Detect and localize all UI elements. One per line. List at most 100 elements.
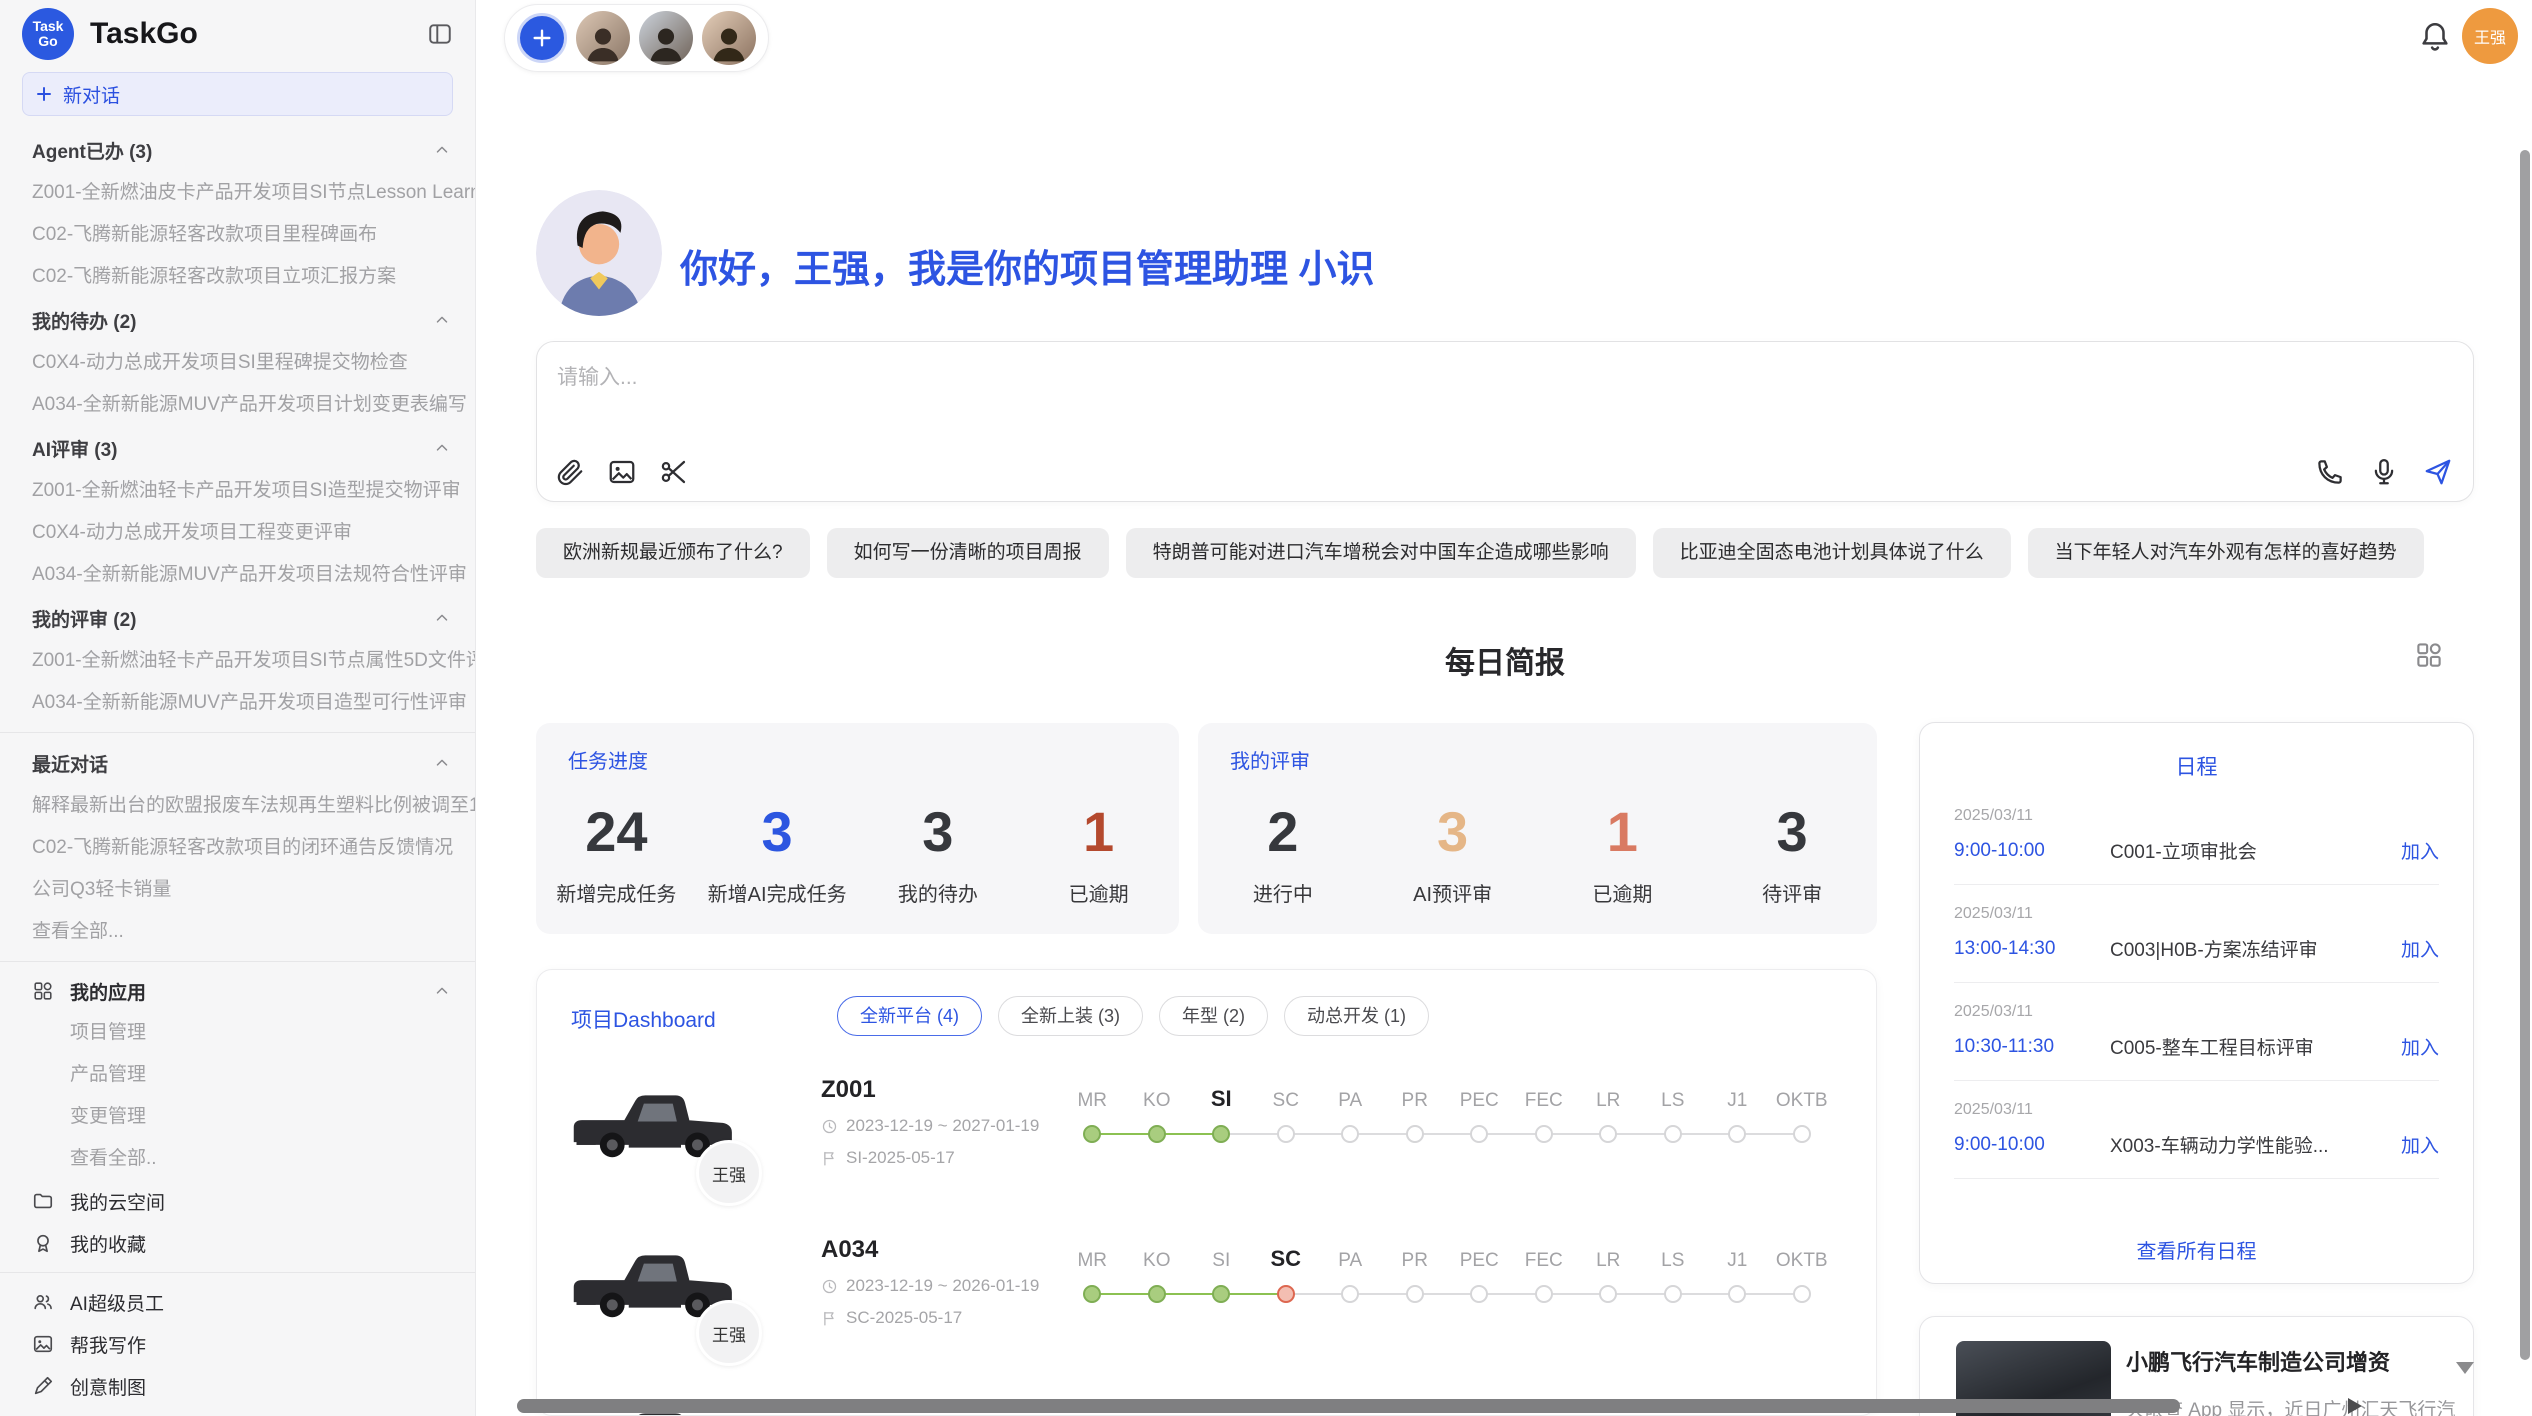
notification-bell-icon[interactable] <box>2418 20 2452 54</box>
sidebar-item[interactable]: C02-飞腾新能源轻客改款项目的闭环通告反馈情况 <box>0 827 475 869</box>
img-icon <box>32 1333 54 1355</box>
plus-icon <box>35 85 53 103</box>
stat-item: 3AI预评审 <box>1368 775 1538 934</box>
sidebar-item-medal[interactable]: 我的收藏 <box>0 1222 475 1264</box>
stat-label: 进行中 <box>1253 878 1313 907</box>
milestone-dot-oktb <box>1793 1125 1811 1143</box>
sidebar-item[interactable]: 查看全部.. <box>0 1138 475 1180</box>
join-link[interactable]: 加入 <box>2401 1033 2439 1060</box>
logo-line2: Go <box>38 34 57 49</box>
join-link[interactable]: 加入 <box>2401 935 2439 962</box>
sidebar-item[interactable]: 公司Q3轻卡销量 <box>0 869 475 911</box>
sidebar-item[interactable]: C02-飞腾新能源轻客改款项目立项汇报方案 <box>0 256 475 298</box>
view-all-schedule-link[interactable]: 查看所有日程 <box>1920 1235 2473 1264</box>
horizontal-scrollbar[interactable] <box>517 1399 2180 1413</box>
people-icon <box>32 1291 54 1313</box>
member-avatar-2[interactable] <box>639 11 693 65</box>
scroll-right-arrow-icon[interactable] <box>2348 1398 2362 1414</box>
sidebar-item[interactable]: C0X4-动力总成开发项目SI里程碑提交物检查 <box>0 342 475 384</box>
join-link[interactable]: 加入 <box>2401 837 2439 864</box>
stats-row: 2进行中3AI预评审1已逾期3待评审 <box>1198 775 1877 934</box>
stat-item: 24新增完成任务 <box>536 775 697 934</box>
suggestion-chip[interactable]: 欧洲新规最近颁布了什么? <box>536 528 810 578</box>
milestone-line-done <box>1092 1293 1286 1295</box>
screenshot-scissors-icon[interactable] <box>659 457 689 487</box>
sidebar-section-header[interactable]: 我的待办 (2) <box>0 298 475 342</box>
member-avatar-1[interactable] <box>576 11 630 65</box>
project-dates-text: 2023-12-19 ~ 2026-01-19 <box>846 1276 1039 1296</box>
sidebar-section-title: 我的待办 (2) <box>32 307 433 334</box>
sidebar-item[interactable]: 解释最新出台的欧盟报废车法规再生塑料比例被调至15%... <box>0 785 475 827</box>
phone-call-icon[interactable] <box>2315 457 2345 487</box>
sidebar-tool-pen[interactable]: 创意制图 <box>0 1365 475 1407</box>
sidebar-item-my-apps[interactable]: 我的应用 <box>0 970 475 1012</box>
sidebar-item[interactable]: C0X4-动力总成开发项目工程变更评审 <box>0 512 475 554</box>
add-member-button[interactable] <box>517 13 567 63</box>
stat-item: 3待评审 <box>1707 775 1877 934</box>
sidebar-item-folder[interactable]: 我的云空间 <box>0 1180 475 1222</box>
schedule-entries: 2025/03/119:00-10:00C001-立项审批会加入2025/03/… <box>1920 787 2473 1179</box>
sidebar-item[interactable]: 产品管理 <box>0 1054 475 1096</box>
flag-icon <box>821 1310 838 1327</box>
milestone-dot-lr <box>1599 1125 1617 1143</box>
dashboard-filter-chip[interactable]: 年型 (2) <box>1159 996 1268 1036</box>
sidebar-item[interactable]: Z001-全新燃油轻卡产品开发项目SI造型提交物评审 <box>0 470 475 512</box>
sidebar-item[interactable]: Z001-全新燃油轻卡产品开发项目SI节点属性5D文件评审 <box>0 640 475 682</box>
image-upload-icon[interactable] <box>607 457 637 487</box>
user-avatar[interactable]: 王强 <box>2462 8 2518 64</box>
sidebar-header: Task Go TaskGo <box>0 0 475 68</box>
new-chat-button[interactable]: 新对话 <box>22 72 453 116</box>
milestone-label: PR <box>1383 1090 1448 1112</box>
sidebar-divider <box>0 1272 475 1273</box>
project-dashboard-card: 项目Dashboard 全新平台 (4)全新上装 (3)年型 (2)动总开发 (… <box>536 969 1877 1416</box>
stat-label: AI预评审 <box>1413 878 1492 907</box>
stat-item: 3新增AI完成任务 <box>697 775 858 934</box>
join-link[interactable]: 加入 <box>2401 1131 2439 1158</box>
dashboard-filter-chip[interactable]: 动总开发 (1) <box>1284 996 1429 1036</box>
milestone-label: FEC <box>1512 1250 1577 1272</box>
sidebar-item[interactable]: A034-全新新能源MUV产品开发项目计划变更表编写 <box>0 384 475 426</box>
suggestion-chip[interactable]: 特朗普可能对进口汽车增税会对中国车企造成哪些影响 <box>1126 528 1636 578</box>
sidebar-item[interactable]: Z001-全新燃油皮卡产品开发项目SI节点Lesson Learn报告 <box>0 172 475 214</box>
project-row[interactable]: 王强 Z001 2023-12-19 ~ 2027-01-19 SI-2025-… <box>537 1070 1876 1230</box>
layout-grid-icon[interactable] <box>2414 640 2444 670</box>
sidebar-recent-header[interactable]: 最近对话 <box>0 741 475 785</box>
suggestion-chip[interactable]: 当下年轻人对汽车外观有怎样的喜好趋势 <box>2028 528 2424 578</box>
send-icon[interactable] <box>2423 457 2453 487</box>
milestone-dot-fec <box>1535 1285 1553 1303</box>
project-row[interactable]: 王强 A034 2023-12-19 ~ 2026-01-19 SC-2025-… <box>537 1230 1876 1390</box>
sidebar-item[interactable]: C02-飞腾新能源轻客改款项目里程碑画布 <box>0 214 475 256</box>
milestone-label: KO <box>1125 1090 1190 1112</box>
sidebar-item[interactable]: A034-全新新能源MUV产品开发项目法规符合性评审 <box>0 554 475 596</box>
sidebar-item[interactable]: 变更管理 <box>0 1096 475 1138</box>
stats-row: 24新增完成任务3新增AI完成任务3我的待办1已逾期 <box>536 775 1179 934</box>
dashboard-filter-chip[interactable]: 全新平台 (4) <box>837 996 982 1036</box>
suggestion-chip[interactable]: 比亚迪全固态电池计划具体说了什么 <box>1653 528 2011 578</box>
schedule-date: 2025/03/11 <box>1954 905 2439 923</box>
member-avatar-3[interactable] <box>702 11 756 65</box>
sidebar-tool-label: AI超级员工 <box>70 1289 451 1316</box>
vertical-scrollbar[interactable] <box>2520 150 2530 1360</box>
sidebar-section-header[interactable]: AI评审 (3) <box>0 426 475 470</box>
suggestion-chip[interactable]: 如何写一份清晰的项目周报 <box>827 528 1109 578</box>
sidebar-collapse-icon[interactable] <box>427 21 453 47</box>
sidebar-item[interactable]: A034-全新新能源MUV产品开发项目造型可行性评审 <box>0 682 475 724</box>
sidebar-section-header[interactable]: 我的评审 (2) <box>0 596 475 640</box>
milestone-dot-si <box>1212 1125 1230 1143</box>
scroll-down-arrow-icon[interactable] <box>2456 1362 2474 1374</box>
sidebar-tool-img[interactable]: 帮我写作 <box>0 1323 475 1365</box>
sidebar-item[interactable]: 查看全部... <box>0 911 475 953</box>
microphone-icon[interactable] <box>2369 457 2399 487</box>
attachment-icon[interactable] <box>555 457 585 487</box>
stat-value: 3 <box>762 802 793 862</box>
sidebar-section-header[interactable]: Agent已办 (3) <box>0 128 475 172</box>
sidebar-section-title: Agent已办 (3) <box>32 137 433 164</box>
dashboard-filter-chip[interactable]: 全新上装 (3) <box>998 996 1143 1036</box>
logo-line1: Task <box>33 19 64 34</box>
sidebar-tool-people[interactable]: AI超级员工 <box>0 1281 475 1323</box>
chat-input[interactable] <box>555 356 1755 400</box>
sidebar-section-title: AI评审 (3) <box>32 435 433 462</box>
apps-grid-icon <box>32 980 54 1002</box>
schedule-time: 13:00-14:30 <box>1954 938 2110 960</box>
sidebar-item[interactable]: 项目管理 <box>0 1012 475 1054</box>
